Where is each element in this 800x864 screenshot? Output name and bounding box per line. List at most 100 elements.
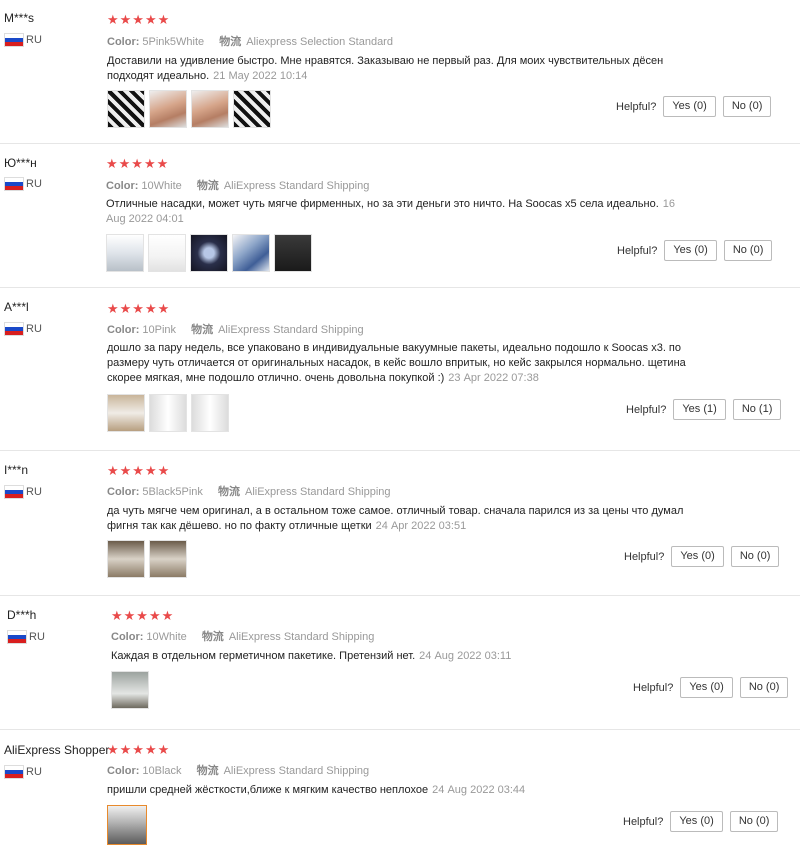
review-item: D***h RU ★★★★★ Color: 10White 物流 AliExpres… — [0, 595, 800, 729]
review-photo[interactable] — [107, 540, 145, 578]
helpful-yes-button[interactable]: Yes (0) — [663, 96, 716, 117]
helpful-label: Helpful? — [624, 550, 665, 563]
helpful-no-button[interactable]: No (0) — [722, 96, 772, 117]
review-date: 23 Apr 2022 07:38 — [448, 372, 539, 384]
review-photo[interactable] — [190, 234, 228, 272]
helpful-label: Helpful? — [617, 244, 658, 257]
review-photo[interactable] — [111, 671, 149, 709]
variant-color: 10White — [146, 631, 187, 643]
helpful-no-button[interactable]: No (0) — [739, 677, 789, 698]
review-photo[interactable] — [107, 805, 147, 845]
rating-stars: ★★★★★ — [111, 608, 175, 623]
helpful-no-button[interactable]: No (0) — [723, 240, 773, 261]
review-text: Каждая в отдельном герметичном пакетике.… — [111, 650, 512, 662]
shipping-method: AliExpress Standard Shipping — [223, 180, 370, 192]
reviewer-name: M***s — [4, 11, 35, 25]
helpful-no-button[interactable]: No (1) — [732, 399, 782, 420]
helpful-yes-button[interactable]: Yes (0) — [664, 240, 717, 261]
review-photo[interactable] — [149, 90, 187, 128]
shipping-method: AliExpress Standard Shipping — [223, 765, 370, 777]
review-text: пришли средней жёсткости,ближе к мягким … — [107, 784, 526, 796]
review-photo[interactable] — [191, 90, 229, 128]
helpful-no-button[interactable]: No (0) — [730, 546, 780, 567]
review-item: M***s RU ★★★★★ Color: 5Pink5White 物流 Aliex… — [0, 0, 800, 140]
helpful-controls: Helpful? Yes (0) No (0) — [624, 546, 780, 567]
rating-stars: ★★★★★ — [107, 463, 171, 478]
review-photo[interactable] — [149, 394, 187, 432]
variant-color: 5Pink5White — [142, 36, 205, 48]
reviewer-country: RU — [7, 630, 45, 644]
russia-flag-icon — [4, 485, 24, 499]
variant-color: 5Black5Pink — [142, 486, 203, 498]
russia-flag-icon — [7, 630, 27, 644]
review-text: Отличные насадки, может чуть мягче фирме… — [106, 198, 676, 225]
shipping-method: AliExpress Standard Shipping — [228, 631, 375, 643]
review-item: I***n RU ★★★★★ Color: 5Black5Pink 物流 AliEx… — [0, 450, 800, 595]
review-item: Ю***н RU ★★★★★ Color: 10White 物流 AliExpres… — [0, 143, 800, 287]
reviewer-name: D***h — [7, 608, 37, 622]
review-photo[interactable] — [233, 90, 271, 128]
reviewer-name: A***l — [4, 300, 29, 314]
variant-color: 10Black — [142, 765, 182, 777]
reviewer-name: Ю***н — [4, 156, 37, 170]
helpful-yes-button[interactable]: Yes (0) — [670, 811, 723, 832]
review-photos — [107, 805, 147, 845]
rating-stars: ★★★★★ — [106, 156, 170, 171]
review-text: дошло за пару недель, все упаковано в ин… — [107, 342, 686, 384]
review-date: 24 Aug 2022 03:11 — [419, 650, 512, 662]
reviewer-country: RU — [4, 322, 42, 336]
helpful-no-button[interactable]: No (0) — [729, 811, 779, 832]
reviewer-name: I***n — [4, 463, 29, 477]
shipping-method: AliExpress Standard Shipping — [245, 486, 391, 498]
russia-flag-icon — [4, 33, 24, 47]
helpful-yes-button[interactable]: Yes (1) — [673, 399, 726, 420]
review-date: 21 May 2022 10:14 — [213, 70, 308, 82]
review-photo[interactable] — [149, 540, 187, 578]
review-photos — [107, 394, 229, 432]
helpful-label: Helpful? — [633, 681, 674, 694]
shipping-method: AliExpress Standard Shipping — [218, 324, 364, 336]
rating-stars: ★★★★★ — [107, 12, 171, 27]
review-photo[interactable] — [274, 234, 312, 272]
review-photo[interactable] — [148, 234, 186, 272]
reviewer-name: AliExpress Shopper — [4, 743, 110, 757]
review-item: AliExpress Shopper RU ★★★★★ Color: 10Blac… — [0, 729, 800, 864]
review-photo[interactable] — [107, 394, 145, 432]
shipping-method: Aliexpress Selection Standard — [246, 36, 393, 48]
variant-color: 10White — [141, 180, 182, 192]
reviewer-country: RU — [4, 33, 42, 47]
rating-stars: ★★★★★ — [107, 742, 171, 757]
review-photo[interactable] — [232, 234, 270, 272]
helpful-label: Helpful? — [623, 815, 664, 828]
review-photos — [106, 234, 312, 272]
russia-flag-icon — [4, 765, 24, 779]
review-meta: Color: 10Black 物流 AliExpress Standard Ship… — [107, 765, 370, 777]
review-photo[interactable] — [191, 394, 229, 432]
helpful-yes-button[interactable]: Yes (0) — [671, 546, 724, 567]
russia-flag-icon — [4, 177, 24, 191]
variant-color: 10Pink — [142, 324, 177, 336]
review-photos — [107, 540, 187, 578]
helpful-controls: Helpful? Yes (0) No (0) — [616, 96, 772, 117]
review-meta: Color: 10White 物流 AliExpress Standard Ship… — [111, 631, 375, 643]
helpful-controls: Helpful? Yes (0) No (0) — [623, 811, 779, 832]
review-item: A***l RU ★★★★★ Color: 10Pink 物流 AliExpress… — [0, 287, 800, 450]
review-date: 24 Apr 2022 03:51 — [375, 520, 467, 532]
review-photos — [111, 671, 149, 709]
russia-flag-icon — [4, 322, 24, 336]
review-photos — [107, 90, 271, 128]
helpful-label: Helpful? — [626, 403, 667, 416]
review-date: 24 Aug 2022 03:44 — [432, 784, 526, 796]
review-photo[interactable] — [106, 234, 144, 272]
review-photo[interactable] — [107, 90, 145, 128]
helpful-label: Helpful? — [616, 100, 657, 113]
helpful-yes-button[interactable]: Yes (0) — [680, 677, 733, 698]
reviewer-country: RU — [4, 765, 42, 779]
rating-stars: ★★★★★ — [107, 301, 171, 316]
review-text: Доставили на удивление быстро. Мне нравя… — [107, 55, 664, 82]
review-text: да чуть мягче чем оригинал, а в остально… — [107, 505, 684, 532]
review-meta: Color: 5Pink5White 物流 Aliexpress Selection… — [107, 36, 393, 48]
helpful-controls: Helpful? Yes (1) No (1) — [626, 399, 782, 420]
reviewer-country: RU — [4, 485, 42, 499]
review-meta: Color: 10Pink 物流 AliExpress Standard Shipp… — [107, 324, 364, 336]
